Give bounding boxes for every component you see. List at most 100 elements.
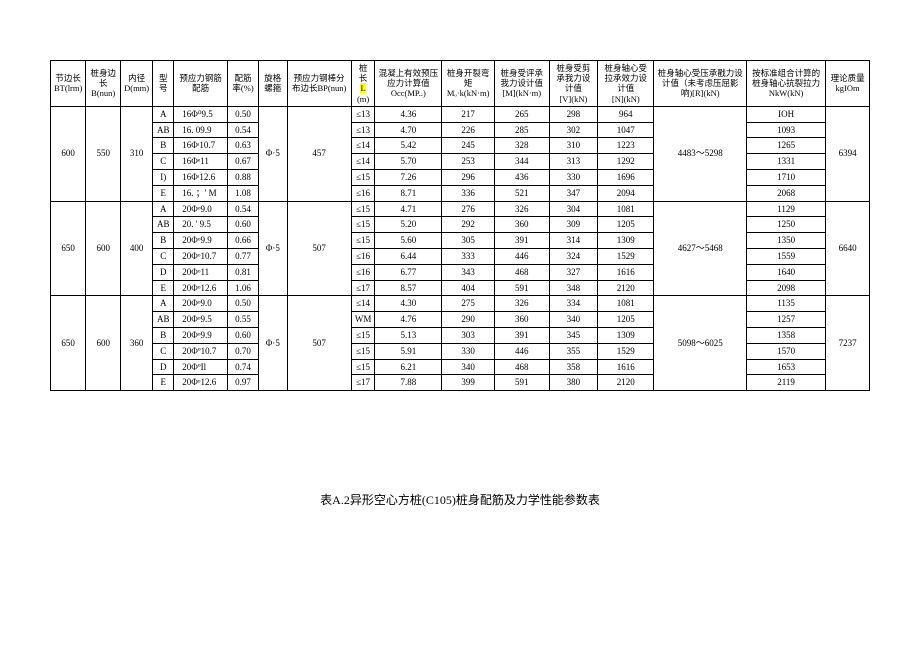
- cell-occ: 8.71: [375, 185, 442, 201]
- cell-occ: 5.70: [375, 154, 442, 170]
- cell-mm: 446: [494, 248, 549, 264]
- hdr-v-a: 桩身受剪承我力设计值: [556, 63, 590, 93]
- hdr-nk-a: 按标准组合计算的桩身轴心抗裂拉力: [752, 68, 820, 88]
- cell-type: AB: [153, 312, 174, 328]
- cell-phi: Φ·5: [259, 296, 287, 391]
- cell-rebar: 16Φᶦ12.6: [174, 169, 228, 185]
- cell-ratio: 0.67: [227, 154, 258, 170]
- cell-v: 340: [549, 312, 598, 328]
- cell-n: 1205: [598, 217, 654, 233]
- cell-l: WM: [351, 312, 375, 328]
- cell-ratio: 0.54: [227, 122, 258, 138]
- cell-bt: 650: [51, 201, 86, 296]
- hdr-d-b: D(mm): [124, 83, 149, 93]
- cell-occ: 5.20: [375, 217, 442, 233]
- cell-mm: 360: [494, 217, 549, 233]
- cell-bp: 507: [287, 201, 351, 296]
- cell-l: ≤15: [351, 169, 375, 185]
- table-row: 650600360A20Φᵒ9.00.50Φ·5507≤144.30275326…: [51, 296, 870, 312]
- cell-v: 355: [549, 343, 598, 359]
- cell-occ: 4.30: [375, 296, 442, 312]
- cell-d: 400: [121, 201, 153, 296]
- cell-occ: 5.91: [375, 343, 442, 359]
- cell-nk: 1350: [747, 233, 826, 249]
- cell-rebar: 16. ；' M: [174, 185, 228, 201]
- cell-rebar: 16Φᵉ11: [174, 154, 228, 170]
- cell-l: ≤15: [351, 233, 375, 249]
- cell-n: 1616: [598, 359, 654, 375]
- hdr-ratio: 配筋率(%): [227, 61, 258, 107]
- cell-m: 290: [442, 312, 495, 328]
- cell-rebar: 20Φᵒ9.0: [174, 201, 228, 217]
- cell-rebar: 20ΦºIl: [174, 359, 228, 375]
- cell-mass: 6640: [826, 201, 870, 296]
- cell-rebar: 20Φᵒ11: [174, 264, 228, 280]
- cell-l: ≤13: [351, 106, 375, 122]
- cell-occ: 4.36: [375, 106, 442, 122]
- cell-mm: 391: [494, 327, 549, 343]
- cell-nk: 1640: [747, 264, 826, 280]
- cell-l: ≤15: [351, 359, 375, 375]
- cell-rebar: 20Φᵒ9.9: [174, 233, 228, 249]
- table-row: C20Φᵒ10.70.77≤166.4433344632415291559: [51, 248, 870, 264]
- cell-v: 309: [549, 217, 598, 233]
- hdr-n-a: 桩身轴心受拉承效力设计值: [605, 63, 648, 93]
- table-row: B20Φᵒ9.90.66≤155.6030539131413091350: [51, 233, 870, 249]
- cell-l: ≤14: [351, 296, 375, 312]
- cell-ratio: 0.70: [227, 343, 258, 359]
- cell-mm: 328: [494, 138, 549, 154]
- cell-m: 245: [442, 138, 495, 154]
- cell-type: B: [153, 233, 174, 249]
- table-row: AB20Φᵒ9.50.55WM4.7629036034012051257: [51, 312, 870, 328]
- cell-n: 1047: [598, 122, 654, 138]
- hdr-mk-b: Mₒ·k(kN·m): [447, 88, 490, 98]
- cell-m: 296: [442, 169, 495, 185]
- cell-bt: 600: [51, 106, 86, 201]
- cell-m: 275: [442, 296, 495, 312]
- cell-rebar: 20Φᵒ12.6: [174, 375, 228, 391]
- cell-nk: 1653: [747, 359, 826, 375]
- cell-v: 347: [549, 185, 598, 201]
- hdr-occ-b: Occ(MP..): [391, 88, 426, 98]
- hdr-v-b: [V](kN): [559, 94, 587, 104]
- cell-ratio: 0.97: [227, 375, 258, 391]
- cell-m: 336: [442, 185, 495, 201]
- cell-d: 360: [121, 296, 153, 391]
- hdr-d-a: 内径: [128, 73, 145, 83]
- cell-nk: 1093: [747, 122, 826, 138]
- cell-m: 343: [442, 264, 495, 280]
- table-row: D20ΦºIl0.74≤156.2134046835816161653: [51, 359, 870, 375]
- cell-type: C: [153, 248, 174, 264]
- cell-nk: 1559: [747, 248, 826, 264]
- table-row: AB16. 09.90.54≤134.7022628530210471093: [51, 122, 870, 138]
- cell-rebar: 20. ' 9.5: [174, 217, 228, 233]
- cell-nk: 1710: [747, 169, 826, 185]
- cell-m: 305: [442, 233, 495, 249]
- cell-n: 1309: [598, 327, 654, 343]
- cell-l: ≤16: [351, 248, 375, 264]
- cell-type: E: [153, 185, 174, 201]
- cell-rebar: 16. 09.9: [174, 122, 228, 138]
- table-body: 600550310A16Φ⁰9.50.50Φ·5457≤134.36217265…: [51, 106, 870, 390]
- cell-rebar: 20Φᵒ9.9: [174, 327, 228, 343]
- hdr-r: 桩身轴心受压承戳力设计值（未考虑压屈影响)[R](kN): [654, 61, 747, 107]
- cell-occ: 4.76: [375, 312, 442, 328]
- cell-rebar: 20Φᵒ12.6: [174, 280, 228, 296]
- cell-d: 310: [121, 106, 153, 201]
- table-row: 600550310A16Φ⁰9.50.50Φ·5457≤134.36217265…: [51, 106, 870, 122]
- hdr-n-b: [N](kN): [612, 94, 640, 104]
- cell-n: 2094: [598, 185, 654, 201]
- cell-n: 1081: [598, 201, 654, 217]
- cell-r: 5098～6025: [654, 296, 747, 391]
- table-row: 650600400A20Φᵒ9.00.54Φ·5507≤154.71276326…: [51, 201, 870, 217]
- cell-ratio: 0.60: [227, 217, 258, 233]
- cell-occ: 6.44: [375, 248, 442, 264]
- cell-bt: 650: [51, 296, 86, 391]
- cell-ratio: 0.88: [227, 169, 258, 185]
- cell-m: 292: [442, 217, 495, 233]
- cell-v: 324: [549, 248, 598, 264]
- cell-occ: 5.60: [375, 233, 442, 249]
- cell-ratio: 0.81: [227, 264, 258, 280]
- cell-m: 330: [442, 343, 495, 359]
- cell-ratio: 0.55: [227, 312, 258, 328]
